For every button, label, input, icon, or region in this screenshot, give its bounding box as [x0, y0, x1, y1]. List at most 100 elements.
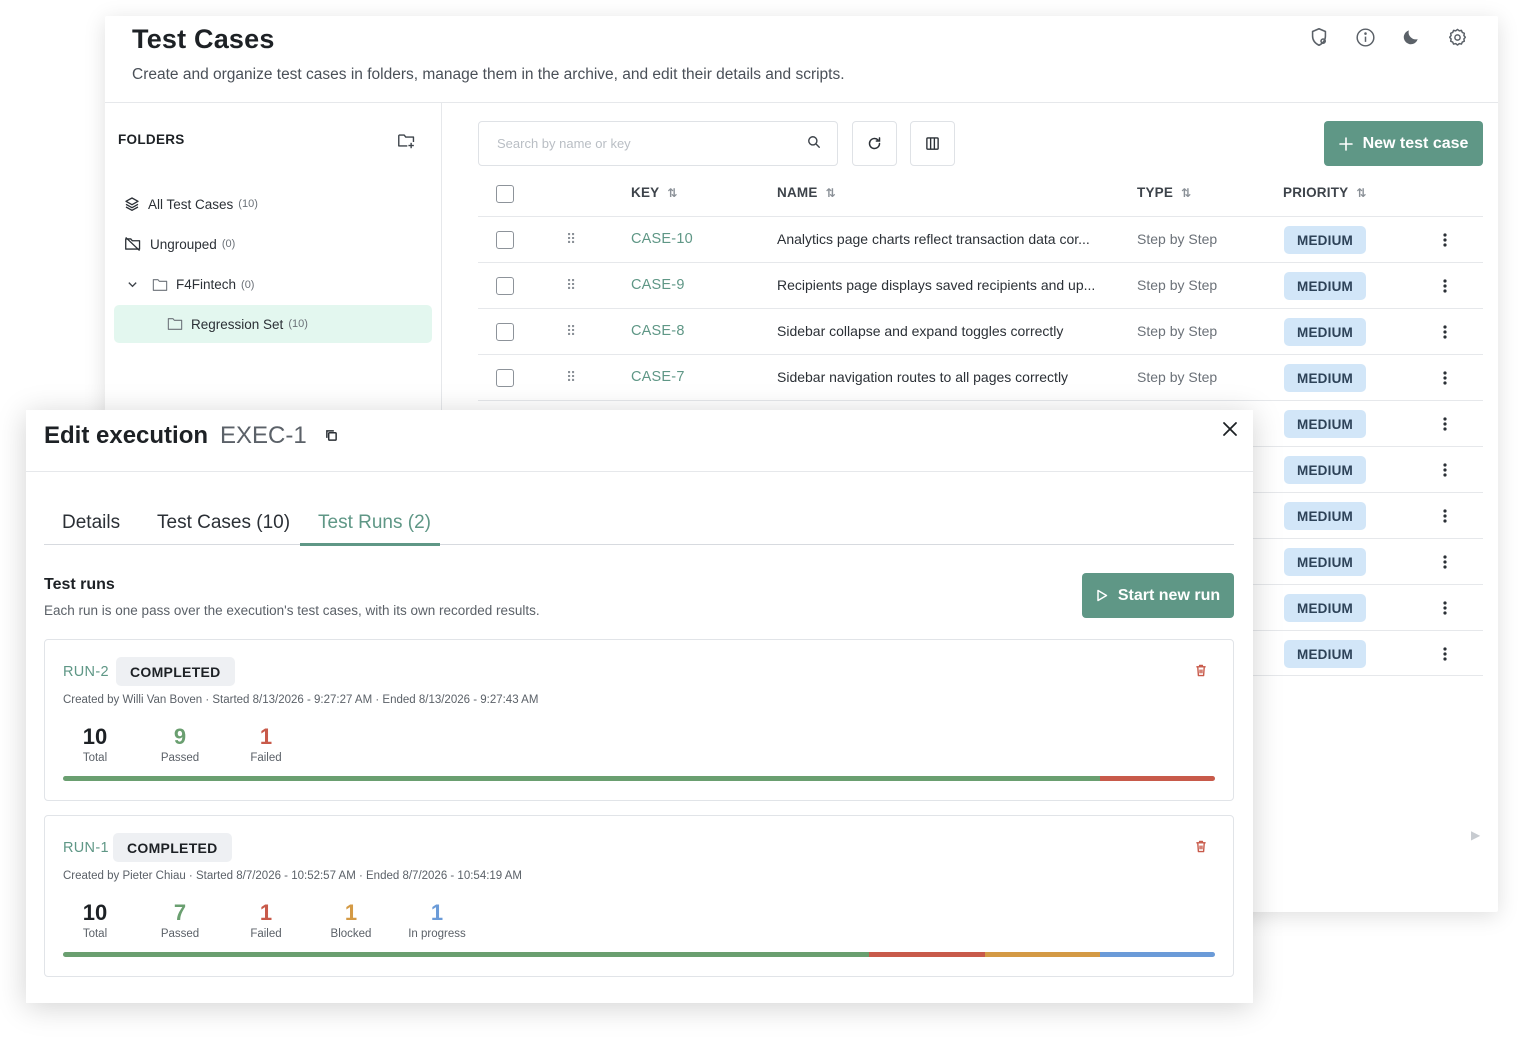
start-new-run-button[interactable]: Start new run: [1082, 573, 1234, 618]
case-type: Step by Step: [1137, 277, 1218, 293]
case-key[interactable]: CASE-9: [631, 277, 685, 293]
run-card: RUN-1 COMPLETED Created by Pieter Chiau …: [44, 815, 1234, 977]
more-options-icon[interactable]: [1440, 461, 1450, 479]
pager-next-icon[interactable]: ▶: [1471, 828, 1480, 842]
stat-passed: 7 Passed: [160, 900, 200, 940]
table-row[interactable]: ⠿ CASE-7 Sidebar navigation routes to al…: [478, 354, 1483, 400]
columns-button[interactable]: [910, 121, 955, 166]
more-options-icon[interactable]: [1440, 277, 1450, 295]
priority-badge: MEDIUM: [1284, 548, 1366, 576]
run-key[interactable]: RUN-1: [63, 840, 109, 856]
status-badge: COMPLETED: [116, 657, 235, 686]
stat-in-progress: 1 In progress: [408, 900, 466, 940]
drag-handle-icon[interactable]: ⠿: [566, 277, 576, 294]
search-icon: [807, 135, 823, 151]
sort-icon[interactable]: ⇅: [1356, 186, 1366, 200]
refresh-button[interactable]: [852, 121, 897, 166]
search-input[interactable]: [478, 121, 838, 166]
row-checkbox[interactable]: [496, 323, 514, 341]
more-options-icon[interactable]: [1440, 415, 1450, 433]
status-badge: COMPLETED: [113, 833, 232, 862]
more-options-icon[interactable]: [1440, 645, 1450, 663]
more-options-icon[interactable]: [1440, 599, 1450, 617]
drag-handle-icon[interactable]: ⠿: [566, 369, 576, 386]
case-key[interactable]: CASE-8: [631, 323, 685, 339]
column-header-type[interactable]: TYPE ⇅: [1137, 185, 1191, 200]
tab-test-runs[interactable]: Test Runs (2): [318, 512, 431, 534]
info-icon[interactable]: [1354, 26, 1376, 48]
more-options-icon[interactable]: [1440, 231, 1450, 249]
row-checkbox[interactable]: [496, 277, 514, 295]
case-name: Sidebar navigation routes to all pages c…: [777, 369, 1069, 385]
case-type: Step by Step: [1137, 369, 1218, 385]
trash-icon[interactable]: [1195, 840, 1209, 856]
close-button[interactable]: [1219, 418, 1241, 440]
case-key[interactable]: CASE-10: [631, 231, 693, 247]
column-header-key[interactable]: KEY ⇅: [631, 185, 678, 200]
folder-icon: [152, 278, 168, 292]
drag-handle-icon[interactable]: ⠿: [566, 323, 576, 340]
sort-icon[interactable]: ⇅: [826, 186, 836, 200]
table-row[interactable]: ⠿ CASE-8 Sidebar collapse and expand tog…: [478, 308, 1483, 354]
new-test-case-button[interactable]: New test case: [1324, 121, 1483, 166]
table-row[interactable]: ⠿ CASE-10 Analytics page charts reflect …: [478, 216, 1483, 262]
tab-details[interactable]: Details: [62, 512, 120, 534]
section-subtitle: Each run is one pass over the execution'…: [44, 603, 540, 618]
run-key[interactable]: RUN-2: [63, 664, 109, 680]
folder-count: (10): [238, 198, 258, 210]
moon-icon[interactable]: [1400, 26, 1422, 48]
column-header-priority[interactable]: PRIORITY ⇅: [1283, 185, 1367, 200]
case-name: Analytics page charts reflect transactio…: [777, 231, 1090, 247]
case-type: Step by Step: [1137, 231, 1218, 247]
tabs-divider: [44, 544, 1234, 545]
column-header-name[interactable]: NAME ⇅: [777, 185, 836, 200]
drag-handle-icon[interactable]: ⠿: [566, 231, 576, 248]
folder-icon: [167, 317, 183, 331]
trash-icon[interactable]: [1195, 664, 1209, 680]
header-icon-bar: [1308, 26, 1468, 48]
case-key[interactable]: CASE-7: [631, 369, 685, 385]
page-subtitle: Create and organize test cases in folder…: [132, 66, 845, 83]
more-options-icon[interactable]: [1440, 507, 1450, 525]
select-all-checkbox[interactable]: [496, 185, 514, 203]
shield-gear-icon[interactable]: [1308, 26, 1330, 48]
folder-item-regression-set[interactable]: Regression Set (10): [114, 305, 432, 343]
start-new-run-label: Start new run: [1117, 586, 1221, 604]
gear-icon[interactable]: [1446, 26, 1468, 48]
tab-test-cases[interactable]: Test Cases (10): [157, 512, 290, 534]
priority-badge: MEDIUM: [1284, 226, 1366, 254]
folder-count: (0): [241, 278, 255, 291]
run-meta: Created by Willi Van Boven · Started 8/1…: [63, 694, 539, 706]
copy-icon[interactable]: [325, 429, 339, 443]
sort-icon[interactable]: ⇅: [1181, 186, 1191, 200]
edit-execution-modal: Edit execution EXEC-1 Details Test Cases…: [26, 410, 1253, 1003]
add-folder-button[interactable]: [395, 129, 417, 151]
row-checkbox[interactable]: [496, 369, 514, 387]
stat-total: 10 Total: [82, 724, 108, 764]
progress-segment-in-progress: [1099, 952, 1215, 957]
folder-label: All Test Cases: [148, 196, 234, 212]
table-row[interactable]: ⠿ CASE-9 Recipients page displays saved …: [478, 262, 1483, 308]
folder-count: (10): [288, 318, 308, 330]
folder-count: (0): [221, 238, 236, 250]
run-progress-bar: [63, 776, 1215, 781]
folder-item-all-test-cases[interactable]: All Test Cases (10): [124, 196, 258, 212]
folder-item-ungrouped[interactable]: Ungrouped (0): [124, 236, 235, 252]
columns-icon: [925, 136, 940, 151]
row-checkbox[interactable]: [496, 231, 514, 249]
chevron-down-icon[interactable]: [127, 279, 138, 290]
modal-title: Edit execution EXEC-1: [44, 422, 339, 450]
priority-badge: MEDIUM: [1284, 410, 1366, 438]
more-options-icon[interactable]: [1440, 369, 1450, 387]
stat-passed: 9 Passed: [160, 724, 200, 764]
plus-icon: [1338, 136, 1353, 151]
priority-badge: MEDIUM: [1284, 364, 1366, 392]
execution-id: EXEC-1: [220, 422, 307, 449]
folder-item-f4fintech[interactable]: F4Fintech (0): [127, 277, 254, 292]
more-options-icon[interactable]: [1440, 553, 1450, 571]
run-card: RUN-2 COMPLETED Created by Willi Van Bov…: [44, 639, 1234, 801]
more-options-icon[interactable]: [1440, 323, 1450, 341]
stat-total: 10 Total: [82, 900, 108, 940]
folder-label: Ungrouped: [150, 236, 217, 252]
sort-icon[interactable]: ⇅: [667, 186, 677, 200]
